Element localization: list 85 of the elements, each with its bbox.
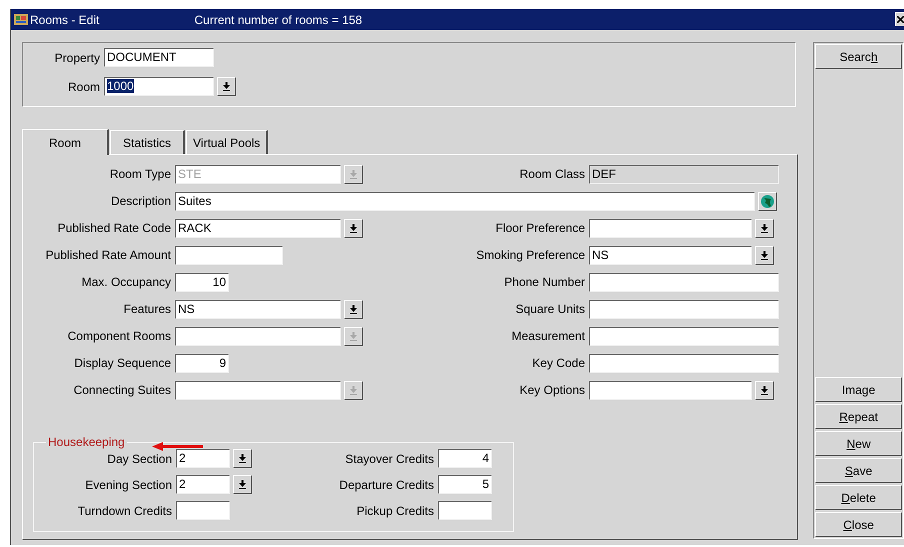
field-label: Floor Preference (496, 220, 586, 237)
dropdown-button[interactable] (233, 449, 252, 468)
dropdown-field[interactable]: 2 (176, 449, 230, 468)
down-arrow-icon (350, 304, 357, 314)
dropdown-button[interactable] (344, 300, 363, 318)
field-label: Component Rooms (68, 328, 172, 345)
field-label: Pickup Credits (356, 502, 435, 520)
field-label: Measurement (512, 328, 586, 345)
text-field[interactable] (589, 326, 779, 346)
action-button[interactable]: Image (815, 377, 902, 402)
action-button[interactable]: Close (815, 512, 902, 537)
field-label: Stayover Credits (345, 450, 435, 468)
action-button[interactable]: Repeat (815, 404, 902, 429)
down-arrow-icon (761, 386, 768, 394)
field-label: Evening Section (85, 476, 173, 494)
field-label: Phone Number (504, 274, 586, 291)
lookup-button[interactable] (758, 192, 777, 210)
field-label: Max. Occupancy (82, 274, 172, 291)
field-label: Room Class (520, 166, 586, 183)
down-arrow-icon (350, 224, 357, 232)
action-button[interactable]: Save (815, 458, 902, 483)
text-field[interactable] (589, 354, 779, 372)
text-field[interactable]: 4 (438, 449, 492, 468)
down-arrow-icon (239, 480, 246, 489)
text-field[interactable]: DOCUMENT (104, 48, 214, 67)
action-button[interactable]: Search (815, 44, 902, 69)
dropdown-field[interactable]: RACK (175, 218, 341, 238)
action-button[interactable]: New (815, 431, 902, 456)
dropdown-button[interactable] (233, 475, 252, 494)
down-arrow-icon (350, 386, 357, 394)
dropdown-field[interactable]: NS (175, 300, 341, 318)
tab[interactable]: Room (22, 129, 109, 155)
window-subtitle: Current number of rooms = 158 (194, 12, 362, 28)
dropdown-field[interactable] (589, 218, 752, 238)
field-label: Published Rate Amount (46, 247, 172, 264)
text-field[interactable]: 5 (438, 475, 492, 494)
down-arrow-icon (223, 82, 230, 91)
text-field[interactable]: Suites (175, 192, 755, 210)
dropdown-button[interactable] (755, 246, 774, 264)
dropdown-field[interactable]: NS (589, 246, 752, 264)
tab[interactable]: Virtual Pools (186, 130, 268, 154)
field-label: Description (110, 193, 172, 210)
down-arrow-icon (350, 170, 357, 178)
field-label: Departure Credits (339, 476, 435, 494)
field-label: Connecting Suites (74, 382, 172, 399)
globe-icon (761, 194, 774, 208)
field-label: Display Sequence (74, 355, 172, 372)
field-label: Smoking Preference (476, 247, 586, 264)
field-label: Day Section (107, 450, 173, 468)
text-field[interactable] (589, 300, 779, 318)
down-arrow-icon (761, 250, 768, 260)
field-label: Square Units (516, 301, 586, 318)
text-field[interactable] (175, 246, 283, 264)
field-label: Key Options (520, 382, 586, 399)
text-field[interactable]: 10 (175, 272, 229, 292)
field-label: Property (54, 50, 101, 66)
down-arrow-icon (761, 224, 768, 232)
text-field[interactable] (176, 501, 230, 520)
dropdown-button[interactable] (755, 218, 774, 238)
action-button[interactable]: Delete (815, 485, 902, 510)
field-label: Key Code (532, 355, 586, 372)
dropdown-field[interactable]: 1000 (104, 77, 214, 96)
close-button[interactable] (895, 12, 904, 26)
down-arrow-icon (239, 454, 246, 463)
readonly-field: DEF (589, 164, 779, 184)
text-field[interactable] (589, 272, 779, 292)
field-label: Features (124, 301, 172, 318)
app-icon (14, 13, 28, 26)
field-label: Published Rate Code (58, 220, 172, 237)
dropdown-button[interactable] (755, 380, 774, 400)
arrow-annotation (152, 442, 203, 451)
text-field[interactable] (438, 501, 492, 520)
dropdown-field[interactable] (589, 380, 752, 400)
tab[interactable]: Statistics (110, 130, 186, 154)
field-label: Room Type (110, 166, 172, 183)
field-label: Turndown Credits (78, 502, 173, 520)
text-field[interactable]: 9 (175, 354, 229, 372)
window-title: Rooms - Edit (30, 12, 100, 28)
dropdown-button[interactable] (344, 218, 363, 238)
close-icon (897, 16, 904, 23)
down-arrow-icon (350, 332, 357, 340)
dropdown-field[interactable]: 2 (176, 475, 230, 494)
group-title: Housekeeping (47, 434, 126, 451)
field-label: Room (68, 78, 101, 96)
dropdown-button[interactable] (217, 77, 236, 96)
